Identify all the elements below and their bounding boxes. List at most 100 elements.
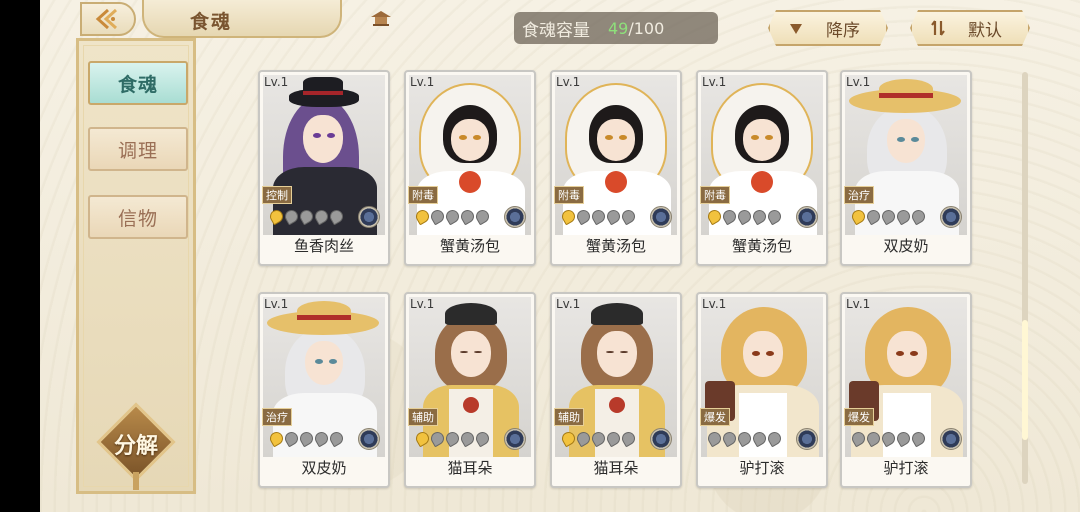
- card-level: Lv.1: [410, 297, 435, 311]
- role-badge: 治疗: [844, 186, 874, 204]
- star-icon: [473, 429, 492, 448]
- back-arrow-icon: [95, 8, 118, 30]
- game-screen: 食魂 食魂容量 49 /100 降序 默认 食魂 调理 信物 分解 Lv.1 控…: [40, 0, 1080, 512]
- card-level: Lv.1: [410, 75, 435, 89]
- card-name: 蟹黄汤包: [731, 237, 792, 255]
- star-icon: [443, 429, 462, 448]
- star-icon: [589, 207, 608, 226]
- star-icon: [864, 429, 883, 448]
- sort-order-button[interactable]: 降序: [768, 10, 888, 46]
- back-button[interactable]: [80, 2, 136, 36]
- star-icon: [458, 207, 477, 226]
- role-badge: 治疗: [262, 408, 292, 426]
- card-level: Lv.1: [846, 75, 871, 89]
- card-8[interactable]: Lv.1 爆发 驴打滚: [696, 292, 828, 488]
- element-emblem-icon: [796, 428, 818, 450]
- star-icon: [619, 429, 638, 448]
- star-icon: [458, 429, 477, 448]
- capacity-current: 49: [608, 18, 629, 38]
- element-emblem-icon: [358, 428, 380, 450]
- card-0[interactable]: Lv.1 控制 鱼香肉丝: [258, 70, 390, 266]
- card-level: Lv.1: [702, 297, 727, 311]
- star-icon: [849, 207, 868, 226]
- element-emblem-icon: [504, 206, 526, 228]
- star-icon: [282, 429, 301, 448]
- card-2[interactable]: Lv.1 附毒 蟹黄汤包: [550, 70, 682, 266]
- role-badge: 爆发: [700, 408, 730, 426]
- star-rating: [849, 429, 928, 448]
- card-4[interactable]: Lv.1 治疗 双皮奶: [840, 70, 972, 266]
- star-icon: [604, 429, 623, 448]
- card-1[interactable]: Lv.1 附毒 蟹黄汤包: [404, 70, 536, 266]
- card-name: 猫耳朵: [447, 459, 493, 477]
- star-icon: [879, 207, 898, 226]
- star-icon: [473, 207, 492, 226]
- star-icon: [735, 207, 754, 226]
- card-level: Lv.1: [264, 297, 289, 311]
- star-icon: [428, 429, 447, 448]
- star-icon: [750, 429, 769, 448]
- star-rating: [559, 429, 638, 448]
- scrollbar-thumb[interactable]: [1022, 320, 1028, 440]
- role-badge: 辅助: [554, 408, 584, 426]
- star-icon: [849, 429, 868, 448]
- star-icon: [909, 429, 928, 448]
- card-level: Lv.1: [846, 297, 871, 311]
- card-name: 双皮奶: [301, 459, 347, 477]
- star-icon: [559, 207, 578, 226]
- star-icon: [720, 207, 739, 226]
- capacity-label: 食魂容量: [522, 20, 590, 41]
- star-icon: [765, 207, 784, 226]
- split-button[interactable]: 分解: [96, 402, 176, 490]
- tab-xinwu[interactable]: 信物: [88, 195, 188, 239]
- role-badge: 附毒: [700, 186, 730, 204]
- card-level: Lv.1: [556, 75, 581, 89]
- star-icon: [574, 429, 593, 448]
- star-rating: [267, 429, 346, 448]
- star-rating: [705, 207, 784, 226]
- star-rating: [267, 207, 346, 226]
- star-icon: [297, 429, 316, 448]
- role-badge: 爆发: [844, 408, 874, 426]
- card-5[interactable]: Lv.1 治疗 双皮奶: [258, 292, 390, 488]
- star-icon: [705, 207, 724, 226]
- card-7[interactable]: Lv.1 辅助 猫耳朵: [550, 292, 682, 488]
- tab-tiaoli[interactable]: 调理: [88, 127, 188, 171]
- star-icon: [282, 207, 301, 226]
- swap-arrows-icon: [930, 20, 946, 36]
- element-emblem-icon: [796, 206, 818, 228]
- triangle-down-icon: [788, 20, 804, 36]
- card-name: 驴打滚: [739, 459, 785, 477]
- sort-order-label: 降序: [826, 20, 860, 41]
- star-icon: [879, 429, 898, 448]
- star-rating: [413, 429, 492, 448]
- sort-mode-label: 默认: [968, 20, 1002, 41]
- role-badge: 附毒: [554, 186, 584, 204]
- card-name: 双皮奶: [883, 237, 929, 255]
- star-icon: [312, 429, 331, 448]
- card-name: 蟹黄汤包: [439, 237, 500, 255]
- star-icon: [589, 429, 608, 448]
- title-tab: 食魂: [142, 0, 391, 38]
- star-icon: [864, 207, 883, 226]
- card-name: 猫耳朵: [593, 459, 639, 477]
- star-icon: [765, 429, 784, 448]
- page-title: 食魂: [190, 11, 233, 33]
- pavilion-icon: [371, 11, 391, 26]
- star-icon: [735, 429, 754, 448]
- split-label: 分解: [113, 434, 158, 459]
- star-icon: [604, 207, 623, 226]
- top-bar: 食魂 食魂容量 49 /100 降序 默认: [40, 0, 1080, 40]
- star-icon: [428, 207, 447, 226]
- card-name: 蟹黄汤包: [585, 237, 646, 255]
- card-name: 鱼香肉丝: [293, 237, 354, 255]
- card-9[interactable]: Lv.1 爆发 驴打滚: [840, 292, 972, 488]
- star-icon: [327, 429, 346, 448]
- sort-mode-button[interactable]: 默认: [910, 10, 1030, 46]
- star-rating: [559, 207, 638, 226]
- star-icon: [559, 429, 578, 448]
- card-3[interactable]: Lv.1 附毒 蟹黄汤包: [696, 70, 828, 266]
- star-rating: [849, 207, 928, 226]
- card-6[interactable]: Lv.1 辅助 猫耳朵: [404, 292, 536, 488]
- tab-shihun[interactable]: 食魂: [88, 61, 188, 105]
